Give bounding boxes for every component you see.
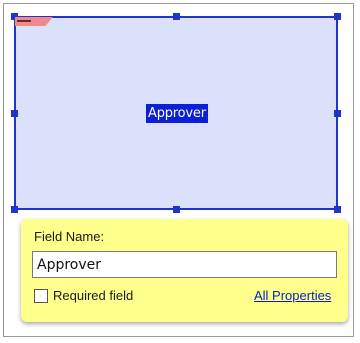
- resize-handle-top-right[interactable]: [334, 13, 341, 20]
- required-field-checkbox[interactable]: [34, 289, 48, 303]
- field-tag-mark: [17, 20, 31, 22]
- resize-handle-right[interactable]: [334, 110, 341, 117]
- field-name-label: Approver: [146, 104, 208, 123]
- field-name-input[interactable]: [32, 251, 337, 278]
- resize-handle-bottom-left[interactable]: [11, 206, 18, 213]
- resize-handle-bottom[interactable]: [173, 206, 180, 213]
- resize-handle-bottom-right[interactable]: [334, 206, 341, 213]
- required-field-label[interactable]: Required field: [53, 288, 133, 303]
- field-name-heading: Field Name:: [34, 229, 105, 244]
- all-properties-link[interactable]: All Properties: [254, 288, 331, 303]
- resize-handle-top[interactable]: [173, 13, 180, 20]
- resize-handle-left[interactable]: [11, 110, 18, 117]
